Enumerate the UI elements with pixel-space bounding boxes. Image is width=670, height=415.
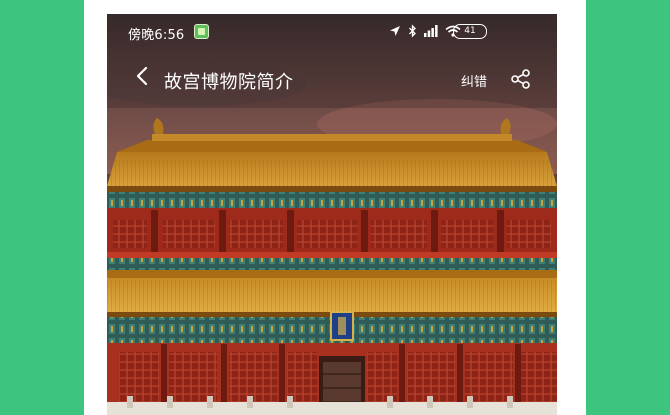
app-notification-icon [194, 24, 209, 39]
chevron-left-icon[interactable] [129, 62, 157, 90]
status-time: 傍晚6:56 [128, 28, 185, 43]
battery-icon: 41 [453, 24, 487, 39]
report-error-button[interactable]: 纠错 [461, 71, 487, 90]
status-icons [389, 22, 461, 40]
title-bar: 故宫博物院简介 纠错 [107, 48, 557, 108]
signal-icon [424, 25, 438, 37]
location-arrow-icon [390, 26, 400, 36]
phone-screen: 傍晚6:56 41 故宫博物院简介 纠错 [107, 14, 557, 415]
status-bar: 傍晚6:56 41 [107, 14, 557, 48]
bluetooth-icon [409, 24, 416, 38]
page-title: 故宫博物院简介 [164, 72, 294, 93]
share-icon[interactable] [510, 68, 532, 90]
